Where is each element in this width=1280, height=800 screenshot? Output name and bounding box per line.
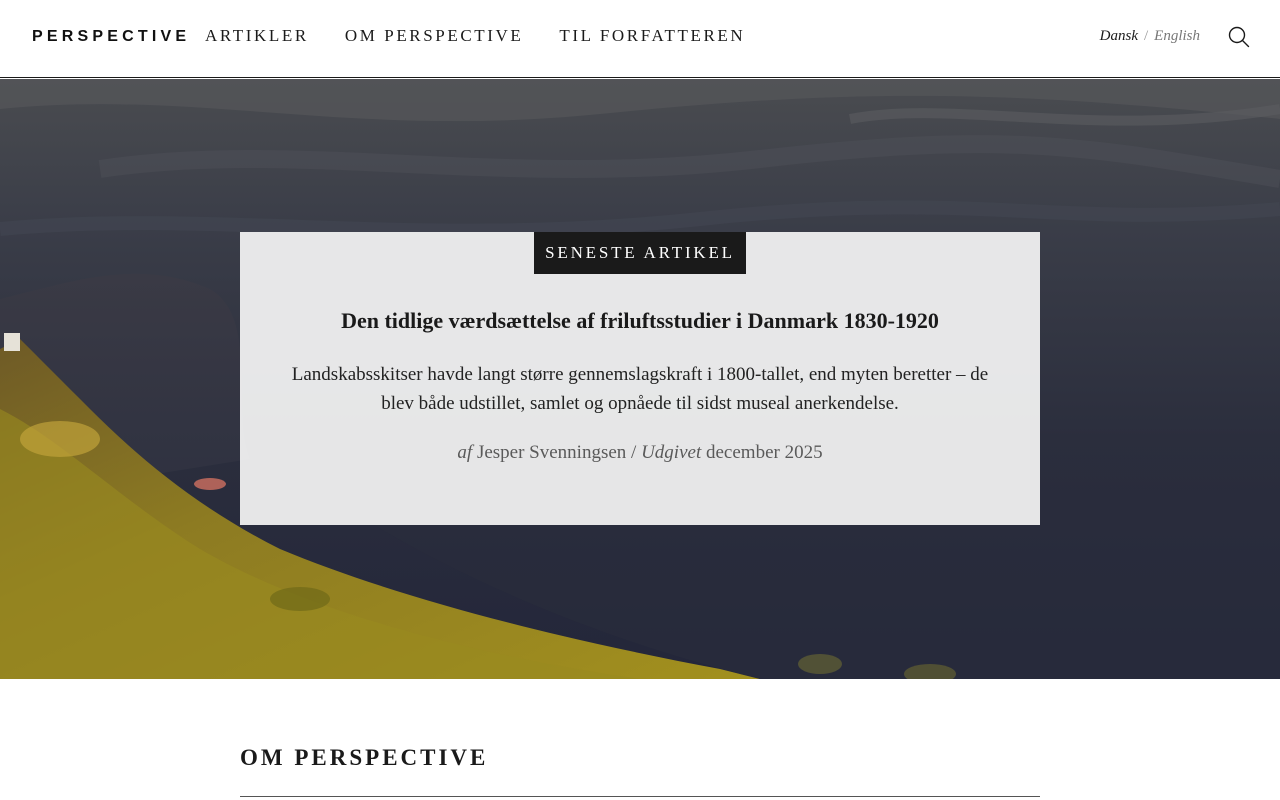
main-nav: ARTIKLER OM PERSPECTIVE TIL FORFATTEREN [205,26,781,46]
article-title[interactable]: Den tidlige værdsættelse af friluftsstud… [240,308,1040,334]
language-separator: / [1143,28,1149,44]
latest-article-tag: SENESTE ARTIKEL [534,232,746,274]
search-button[interactable] [1228,26,1250,48]
language-english[interactable]: English [1154,28,1200,44]
site-logo[interactable]: PERSPECTIVE [32,28,190,46]
site-header: PERSPECTIVE ARTIKLER OM PERSPECTIVE TIL … [0,0,1280,78]
byline-date: december 2025 [705,442,823,463]
byline-author: Jesper Svenningsen [476,442,627,463]
nav-item-om-perspective[interactable]: OM PERSPECTIVE [345,26,524,46]
nav-item-til-forfatteren[interactable]: TIL FORFATTEREN [559,26,745,46]
byline-published-label: Udgivet [641,442,702,463]
about-section-heading: OM PERSPECTIVE [240,745,489,770]
section-divider [240,796,1040,797]
byline-separator: / [631,442,637,463]
nav-item-artikler[interactable]: ARTIKLER [205,26,309,46]
latest-article-card[interactable]: SENESTE ARTIKEL Den tidlige værdsættelse… [240,232,1040,525]
search-icon [1228,26,1250,48]
article-byline: af Jesper Svenningsen / Udgivet december… [240,442,1040,464]
language-switch: Dansk / English [1100,28,1200,45]
language-danish[interactable]: Dansk [1100,28,1138,44]
article-lede: Landskabsskitser havde langt større genn… [291,364,989,414]
hero-banner: SENESTE ARTIKEL Den tidlige værdsættelse… [0,79,1280,679]
byline-by-label: af [457,442,473,463]
